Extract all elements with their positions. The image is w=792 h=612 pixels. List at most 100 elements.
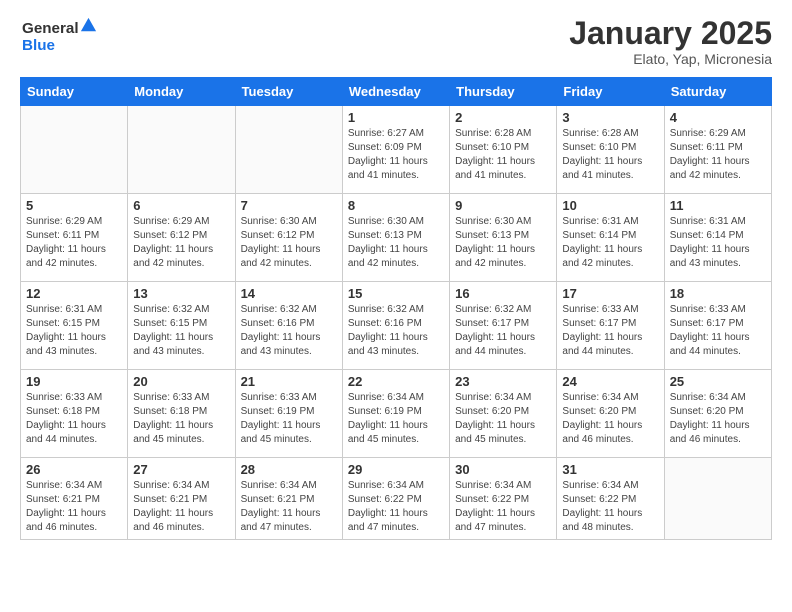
svg-text:Blue: Blue bbox=[22, 37, 55, 54]
day-info: Sunrise: 6:32 AM Sunset: 6:17 PM Dayligh… bbox=[455, 303, 551, 359]
day-number: 19 bbox=[26, 374, 122, 389]
calendar-cell bbox=[664, 458, 771, 540]
day-info: Sunrise: 6:34 AM Sunset: 6:20 PM Dayligh… bbox=[455, 391, 551, 447]
day-number: 18 bbox=[670, 286, 766, 301]
day-number: 3 bbox=[562, 110, 658, 125]
calendar-week-row: 1 Sunrise: 6:27 AM Sunset: 6:09 PM Daylig… bbox=[21, 106, 772, 194]
calendar-cell: 5Sunrise: 6:29 AM Sunset: 6:11 PM Daylig… bbox=[21, 194, 128, 282]
day-info: Sunrise: 6:33 AM Sunset: 6:18 PM Dayligh… bbox=[26, 391, 122, 447]
calendar-cell: 12Sunrise: 6:31 AM Sunset: 6:15 PM Dayli… bbox=[21, 282, 128, 370]
calendar-cell: 28 Sunrise: 6:34 AM Sunset: 6:21 PM Dayli… bbox=[235, 458, 342, 540]
calendar-cell: 18 Sunrise: 6:33 AM Sunset: 6:17 PM Dayli… bbox=[664, 282, 771, 370]
svg-text:General: General bbox=[22, 20, 79, 37]
day-number: 6 bbox=[133, 198, 229, 213]
calendar-cell: 27 Sunrise: 6:34 AM Sunset: 6:21 PM Dayli… bbox=[128, 458, 235, 540]
calendar-cell bbox=[21, 106, 128, 194]
day-info: Sunrise: 6:32 AM Sunset: 6:15 PM Dayligh… bbox=[133, 303, 229, 359]
calendar-cell: 6 Sunrise: 6:29 AM Sunset: 6:12 PM Daylig… bbox=[128, 194, 235, 282]
day-info: Sunrise: 6:33 AM Sunset: 6:18 PM Dayligh… bbox=[133, 391, 229, 447]
calendar-cell: 15Sunrise: 6:32 AM Sunset: 6:16 PM Dayli… bbox=[342, 282, 449, 370]
day-info: Sunrise: 6:30 AM Sunset: 6:13 PM Dayligh… bbox=[348, 215, 444, 271]
day-info: Sunrise: 6:28 AM Sunset: 6:10 PM Dayligh… bbox=[562, 127, 658, 183]
day-number: 15 bbox=[348, 286, 444, 301]
day-info: Sunrise: 6:27 AM Sunset: 6:09 PM Dayligh… bbox=[348, 127, 444, 183]
day-info: Sunrise: 6:33 AM Sunset: 6:17 PM Dayligh… bbox=[562, 303, 658, 359]
day-info: Sunrise: 6:31 AM Sunset: 6:14 PM Dayligh… bbox=[562, 215, 658, 271]
day-number: 5 bbox=[26, 198, 122, 213]
calendar-cell: 14 Sunrise: 6:32 AM Sunset: 6:16 PM Dayli… bbox=[235, 282, 342, 370]
day-number: 20 bbox=[133, 374, 229, 389]
day-number: 11 bbox=[670, 198, 766, 213]
day-number: 28 bbox=[241, 462, 337, 477]
header: GeneralBlue January 2025 Elato, Yap, Mic… bbox=[20, 16, 772, 67]
weekday-header: Wednesday bbox=[342, 78, 449, 106]
day-info: Sunrise: 6:32 AM Sunset: 6:16 PM Dayligh… bbox=[241, 303, 337, 359]
day-info: Sunrise: 6:34 AM Sunset: 6:21 PM Dayligh… bbox=[26, 479, 122, 535]
day-info: Sunrise: 6:33 AM Sunset: 6:19 PM Dayligh… bbox=[241, 391, 337, 447]
day-info: Sunrise: 6:30 AM Sunset: 6:12 PM Dayligh… bbox=[241, 215, 337, 271]
weekday-header-row: SundayMondayTuesdayWednesdayThursdayFrid… bbox=[21, 78, 772, 106]
day-number: 23 bbox=[455, 374, 551, 389]
day-info: Sunrise: 6:34 AM Sunset: 6:21 PM Dayligh… bbox=[133, 479, 229, 535]
day-number: 1 bbox=[348, 110, 444, 125]
day-number: 8 bbox=[348, 198, 444, 213]
day-info: Sunrise: 6:34 AM Sunset: 6:20 PM Dayligh… bbox=[670, 391, 766, 447]
day-info: Sunrise: 6:28 AM Sunset: 6:10 PM Dayligh… bbox=[455, 127, 551, 183]
page: GeneralBlue January 2025 Elato, Yap, Mic… bbox=[0, 0, 792, 612]
day-info: Sunrise: 6:34 AM Sunset: 6:22 PM Dayligh… bbox=[455, 479, 551, 535]
calendar-cell: 2 Sunrise: 6:28 AM Sunset: 6:10 PM Daylig… bbox=[450, 106, 557, 194]
calendar-week-row: 12Sunrise: 6:31 AM Sunset: 6:15 PM Dayli… bbox=[21, 282, 772, 370]
calendar-cell: 20 Sunrise: 6:33 AM Sunset: 6:18 PM Dayli… bbox=[128, 370, 235, 458]
day-info: Sunrise: 6:30 AM Sunset: 6:13 PM Dayligh… bbox=[455, 215, 551, 271]
calendar-week-row: 26 Sunrise: 6:34 AM Sunset: 6:21 PM Dayli… bbox=[21, 458, 772, 540]
calendar-cell: 1 Sunrise: 6:27 AM Sunset: 6:09 PM Daylig… bbox=[342, 106, 449, 194]
calendar-cell: 22Sunrise: 6:34 AM Sunset: 6:19 PM Dayli… bbox=[342, 370, 449, 458]
day-info: Sunrise: 6:33 AM Sunset: 6:17 PM Dayligh… bbox=[670, 303, 766, 359]
logo: GeneralBlue bbox=[20, 16, 100, 54]
logo-icon: GeneralBlue bbox=[20, 16, 100, 54]
day-info: Sunrise: 6:34 AM Sunset: 6:22 PM Dayligh… bbox=[562, 479, 658, 535]
calendar-cell: 25 Sunrise: 6:34 AM Sunset: 6:20 PM Dayli… bbox=[664, 370, 771, 458]
weekday-header: Sunday bbox=[21, 78, 128, 106]
day-number: 9 bbox=[455, 198, 551, 213]
calendar-cell: 11Sunrise: 6:31 AM Sunset: 6:14 PM Dayli… bbox=[664, 194, 771, 282]
day-number: 31 bbox=[562, 462, 658, 477]
calendar-cell: 31 Sunrise: 6:34 AM Sunset: 6:22 PM Dayli… bbox=[557, 458, 664, 540]
calendar-cell: 4Sunrise: 6:29 AM Sunset: 6:11 PM Daylig… bbox=[664, 106, 771, 194]
day-number: 13 bbox=[133, 286, 229, 301]
location: Elato, Yap, Micronesia bbox=[569, 51, 772, 67]
day-number: 16 bbox=[455, 286, 551, 301]
day-number: 26 bbox=[26, 462, 122, 477]
day-info: Sunrise: 6:29 AM Sunset: 6:12 PM Dayligh… bbox=[133, 215, 229, 271]
calendar-cell bbox=[128, 106, 235, 194]
month-title: January 2025 bbox=[569, 16, 772, 51]
weekday-header: Tuesday bbox=[235, 78, 342, 106]
day-number: 14 bbox=[241, 286, 337, 301]
calendar-cell: 7Sunrise: 6:30 AM Sunset: 6:12 PM Daylig… bbox=[235, 194, 342, 282]
calendar-table: SundayMondayTuesdayWednesdayThursdayFrid… bbox=[20, 77, 772, 540]
calendar-cell: 13 Sunrise: 6:32 AM Sunset: 6:15 PM Dayli… bbox=[128, 282, 235, 370]
day-number: 22 bbox=[348, 374, 444, 389]
weekday-header: Monday bbox=[128, 78, 235, 106]
day-number: 30 bbox=[455, 462, 551, 477]
calendar-cell: 8 Sunrise: 6:30 AM Sunset: 6:13 PM Daylig… bbox=[342, 194, 449, 282]
day-number: 29 bbox=[348, 462, 444, 477]
calendar-cell: 26 Sunrise: 6:34 AM Sunset: 6:21 PM Dayli… bbox=[21, 458, 128, 540]
calendar-cell: 23 Sunrise: 6:34 AM Sunset: 6:20 PM Dayli… bbox=[450, 370, 557, 458]
calendar-cell: 16 Sunrise: 6:32 AM Sunset: 6:17 PM Dayli… bbox=[450, 282, 557, 370]
day-number: 2 bbox=[455, 110, 551, 125]
day-number: 25 bbox=[670, 374, 766, 389]
day-info: Sunrise: 6:31 AM Sunset: 6:15 PM Dayligh… bbox=[26, 303, 122, 359]
day-info: Sunrise: 6:29 AM Sunset: 6:11 PM Dayligh… bbox=[670, 127, 766, 183]
calendar-cell: 3 Sunrise: 6:28 AM Sunset: 6:10 PM Daylig… bbox=[557, 106, 664, 194]
weekday-header: Saturday bbox=[664, 78, 771, 106]
day-info: Sunrise: 6:34 AM Sunset: 6:20 PM Dayligh… bbox=[562, 391, 658, 447]
calendar-cell: 30 Sunrise: 6:34 AM Sunset: 6:22 PM Dayli… bbox=[450, 458, 557, 540]
day-info: Sunrise: 6:34 AM Sunset: 6:21 PM Dayligh… bbox=[241, 479, 337, 535]
day-number: 27 bbox=[133, 462, 229, 477]
day-number: 21 bbox=[241, 374, 337, 389]
calendar-week-row: 19 Sunrise: 6:33 AM Sunset: 6:18 PM Dayli… bbox=[21, 370, 772, 458]
calendar-week-row: 5Sunrise: 6:29 AM Sunset: 6:11 PM Daylig… bbox=[21, 194, 772, 282]
calendar-cell: 17Sunrise: 6:33 AM Sunset: 6:17 PM Dayli… bbox=[557, 282, 664, 370]
calendar-cell: 9 Sunrise: 6:30 AM Sunset: 6:13 PM Daylig… bbox=[450, 194, 557, 282]
